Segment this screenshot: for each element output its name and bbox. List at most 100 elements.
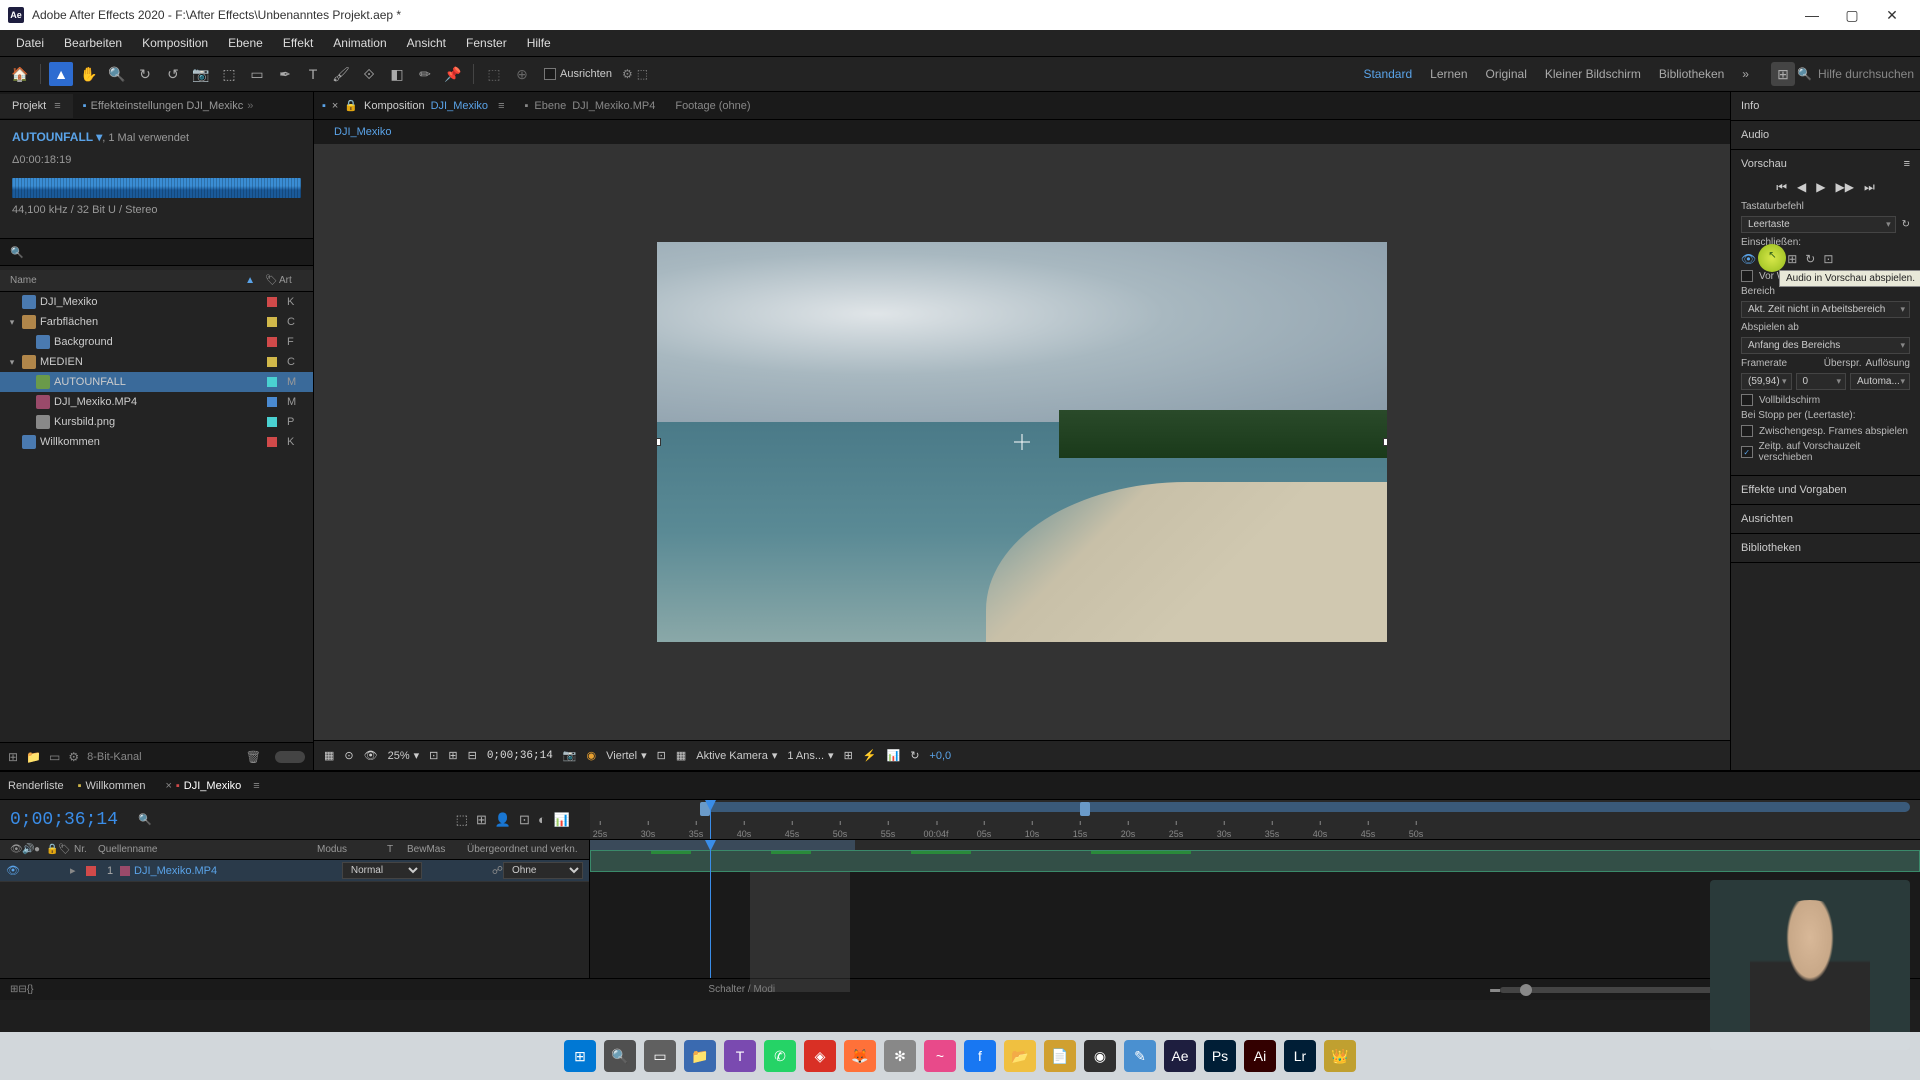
grid-icon[interactable]: ⊟ xyxy=(468,749,477,762)
3d-view-icon[interactable]: ▦ xyxy=(676,749,686,762)
tree-item[interactable]: DJI_Mexiko.MP4M xyxy=(0,392,313,412)
workspace-bibliotheken[interactable]: Bibliotheken xyxy=(1659,67,1724,81)
tab-renderliste[interactable]: Renderliste xyxy=(8,780,64,792)
comp-mini-flowchart-icon[interactable]: ⬚ xyxy=(456,812,468,828)
last-frame-button[interactable]: ⏭ xyxy=(1864,180,1875,195)
effect-controls-tab[interactable]: ▪Effekteinstellungen DJI_Mexikc» xyxy=(83,100,254,112)
preview-image[interactable] xyxy=(657,242,1387,642)
bereich-select[interactable]: Akt. Zeit nicht in Arbeitsbereich xyxy=(1741,301,1910,318)
clone-tool[interactable]: ⟐ xyxy=(357,62,381,86)
interpret-icon[interactable]: ⊞ xyxy=(8,750,18,764)
include-video-icon[interactable]: 👁 xyxy=(1741,252,1756,266)
taskbar-app-icon[interactable]: ◉ xyxy=(1084,1040,1116,1072)
skip-select[interactable]: 0 xyxy=(1796,373,1847,390)
asset-dropdown-icon[interactable]: ▾ xyxy=(93,130,102,144)
pan-behind-tool[interactable]: ⬚ xyxy=(217,62,241,86)
layer-label-swatch[interactable] xyxy=(86,866,96,876)
vollbild-checkbox[interactable] xyxy=(1741,394,1753,406)
tree-item[interactable]: DJI_MexikoK xyxy=(0,292,313,312)
taskbar-app-icon[interactable]: 🦊 xyxy=(844,1040,876,1072)
menu-datei[interactable]: Datei xyxy=(6,32,54,54)
workspace-standard[interactable]: Standard xyxy=(1363,67,1412,81)
tab-willkommen[interactable]: ▪Willkommen xyxy=(78,780,146,792)
snap-checkbox[interactable] xyxy=(544,68,556,80)
project-tree[interactable]: DJI_MexikoK▾FarbflächenCBackgroundF▾MEDI… xyxy=(0,292,313,742)
menu-komposition[interactable]: Komposition xyxy=(132,32,218,54)
delete-icon[interactable]: 🗑 xyxy=(246,750,261,764)
camera-dropdown[interactable]: Aktive Kamera▾ xyxy=(696,749,777,762)
home-button[interactable]: 🏠 xyxy=(8,62,32,86)
loop-icon[interactable]: ↻ xyxy=(1805,252,1815,266)
breadcrumb[interactable]: DJI_Mexiko xyxy=(334,126,391,138)
orbit-tool[interactable]: ↻ xyxy=(133,62,157,86)
solo-col-icon[interactable]: ● xyxy=(30,844,42,855)
tree-item[interactable]: ▾MEDIENC xyxy=(0,352,313,372)
tab-menu-icon[interactable]: ≡ xyxy=(498,100,504,112)
include-audio-icon[interactable]: 🔊 ↖ xyxy=(1764,252,1779,266)
taskbar-app-icon[interactable]: T xyxy=(724,1040,756,1072)
toggle-switches-icon[interactable]: ⊞ xyxy=(10,984,18,995)
taskbar-app-icon[interactable]: ◈ xyxy=(804,1040,836,1072)
tl-tab-menu-icon[interactable]: ≡ xyxy=(253,780,259,792)
channel-icon[interactable]: ⊙ xyxy=(344,749,353,762)
taskbar-app-icon[interactable]: Lr xyxy=(1284,1040,1316,1072)
playhead[interactable] xyxy=(710,800,711,839)
cache-icon[interactable]: ⊡ xyxy=(1823,252,1833,266)
region-icon[interactable]: ⊞ xyxy=(448,749,457,762)
snap-options-icon[interactable]: ⚙ xyxy=(622,67,633,81)
viewer-tab-comp[interactable]: ▪×🔒 Komposition DJI_Mexiko ≡ xyxy=(322,99,504,112)
taskbar-app-icon[interactable]: 📂 xyxy=(1004,1040,1036,1072)
blend-mode-select[interactable]: Normal xyxy=(342,862,422,879)
viewer-tab-layer[interactable]: ▪Ebene DJI_Mexiko.MP4 xyxy=(524,100,655,112)
taskbar-app-icon[interactable]: f xyxy=(964,1040,996,1072)
exposure[interactable]: +0,0 xyxy=(929,750,951,762)
zoom-handle-right[interactable] xyxy=(1080,802,1090,816)
taskbar-app-icon[interactable]: ✎ xyxy=(1124,1040,1156,1072)
sort-icon[interactable]: ▲ xyxy=(245,275,255,286)
menu-animation[interactable]: Animation xyxy=(323,32,396,54)
type-tool[interactable]: T xyxy=(301,62,325,86)
views-dropdown[interactable]: 1 Ans...▾ xyxy=(787,749,833,762)
col-name[interactable]: Name xyxy=(10,275,245,286)
menu-ebene[interactable]: Ebene xyxy=(218,32,273,54)
new-folder-icon[interactable]: 📁 xyxy=(26,750,41,764)
viewer-tab-footage[interactable]: Footage (ohne) xyxy=(675,100,750,112)
workspace-original[interactable]: Original xyxy=(1486,67,1527,81)
local-axis-icon[interactable]: ⬚ xyxy=(482,62,506,86)
color-mgmt-icon[interactable]: ◉ xyxy=(587,749,597,762)
reset-exposure-icon[interactable]: ↻ xyxy=(910,749,919,762)
work-area-bar[interactable] xyxy=(590,840,855,850)
menu-bearbeiten[interactable]: Bearbeiten xyxy=(54,32,132,54)
panel-menu-icon[interactable]: ≡ xyxy=(1904,158,1910,174)
taskbar-app-icon[interactable]: 👑 xyxy=(1324,1040,1356,1072)
taskbar-app-icon[interactable]: 🔍 xyxy=(604,1040,636,1072)
zoom-tool[interactable]: 🔍 xyxy=(105,62,129,86)
fast-preview-icon[interactable]: ⚡ xyxy=(863,749,877,762)
tab-comp[interactable]: ×▪DJI_Mexiko≡ xyxy=(159,780,259,792)
zoom-dropdown[interactable]: 25%▾ xyxy=(388,749,420,762)
include-overlays-icon[interactable]: ⊞ xyxy=(1787,252,1797,266)
settings-icon[interactable]: ⚙ xyxy=(68,750,79,764)
toggle-in-out-icon[interactable]: {} xyxy=(27,984,34,995)
workspace-kleiner[interactable]: Kleiner Bildschirm xyxy=(1545,67,1641,81)
tree-item[interactable]: BackgroundF xyxy=(0,332,313,352)
first-frame-button[interactable]: ⏮ xyxy=(1776,180,1787,195)
taskbar-app-icon[interactable]: Ps xyxy=(1204,1040,1236,1072)
resolution-dropdown[interactable]: Viertel▾ xyxy=(606,749,647,762)
audio-panel[interactable]: Audio xyxy=(1731,121,1920,150)
eraser-tool[interactable]: ◧ xyxy=(385,62,409,86)
project-tab[interactable]: Projekt≡ xyxy=(0,94,73,118)
timeline-ruler[interactable]: 25s30s35s40s45s50s55s00:04f05s10s15s20s2… xyxy=(590,800,1920,839)
maximize-button[interactable]: ▢ xyxy=(1832,0,1872,30)
toggle-modes-icon[interactable]: ⊟ xyxy=(18,984,26,995)
tree-item[interactable]: ▾FarbflächenC xyxy=(0,312,313,332)
eye-col-icon[interactable]: 👁 xyxy=(6,844,18,855)
taskbar-app-icon[interactable]: 📁 xyxy=(684,1040,716,1072)
layer-visibility-icon[interactable]: 👁 xyxy=(6,864,20,877)
project-tab-menu-icon[interactable]: ≡ xyxy=(54,100,60,112)
prev-frame-button[interactable]: ◀ xyxy=(1797,180,1806,195)
menu-fenster[interactable]: Fenster xyxy=(456,32,517,54)
framerate-select[interactable]: (59,94) xyxy=(1741,373,1792,390)
anchor-point-icon[interactable] xyxy=(1014,434,1030,450)
shape-tool[interactable]: ▭ xyxy=(245,62,269,86)
